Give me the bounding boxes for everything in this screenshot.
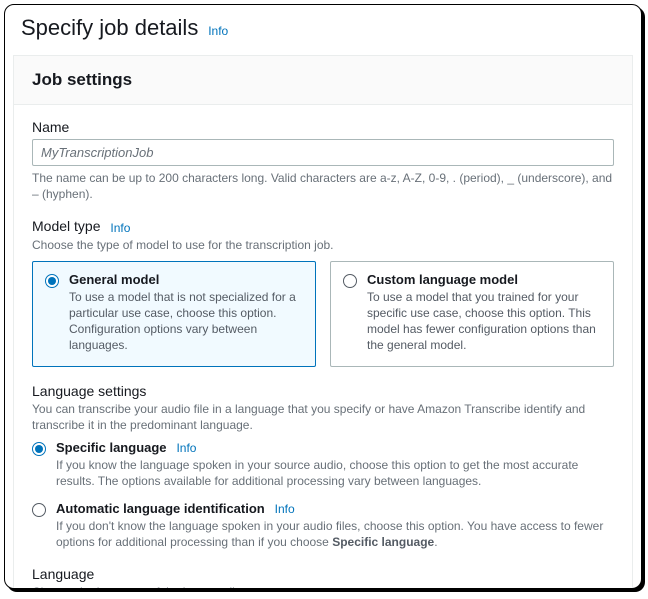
language-label: Language [32, 566, 94, 582]
name-label: Name [32, 119, 69, 135]
language-hint: Choose the language of the input audio. [32, 584, 614, 589]
auto-language-radio[interactable]: Automatic language identification Info I… [32, 500, 614, 551]
specific-language-info-link[interactable]: Info [176, 441, 196, 455]
model-type-section: Model type Info Choose the type of model… [32, 218, 614, 366]
page-info-link[interactable]: Info [208, 24, 228, 38]
radio-icon [45, 274, 59, 288]
radio-title: Automatic language identification [56, 501, 265, 516]
tile-title: Custom language model [367, 272, 601, 287]
name-field-group: Name The name can be up to 200 character… [32, 119, 614, 202]
auto-language-info-link[interactable]: Info [275, 502, 295, 516]
radio-icon [32, 442, 46, 456]
specific-language-radio[interactable]: Specific language Info If you know the l… [32, 439, 614, 490]
tile-desc: To use a model that you trained for your… [367, 289, 601, 354]
radio-title: Specific language [56, 440, 167, 455]
tile-title: General model [69, 272, 303, 287]
tile-desc: To use a model that is not specialized f… [69, 289, 303, 354]
radio-icon [343, 274, 357, 288]
model-type-hint: Choose the type of model to use for the … [32, 237, 614, 253]
radio-desc: If you know the language spoken in your … [56, 457, 614, 489]
page-title: Specify job details [21, 15, 198, 41]
job-name-input[interactable] [32, 139, 614, 166]
radio-icon [32, 503, 46, 517]
language-settings-label: Language settings [32, 383, 146, 399]
model-type-custom-tile[interactable]: Custom language model To use a model tha… [330, 261, 614, 367]
model-type-info-link[interactable]: Info [110, 221, 130, 235]
language-select-section: Language Choose the language of the inpu… [32, 566, 614, 589]
model-type-general-tile[interactable]: General model To use a model that is not… [32, 261, 316, 367]
name-hint: The name can be up to 200 characters lon… [32, 170, 614, 202]
model-type-label: Model type [32, 218, 100, 234]
job-settings-panel: Job settings Name The name can be up to … [13, 55, 633, 589]
radio-desc: If you don't know the language spoken in… [56, 518, 614, 550]
panel-heading: Job settings [32, 70, 614, 90]
language-settings-hint: You can transcribe your audio file in a … [32, 401, 614, 433]
language-settings-section: Language settings You can transcribe you… [32, 383, 614, 551]
